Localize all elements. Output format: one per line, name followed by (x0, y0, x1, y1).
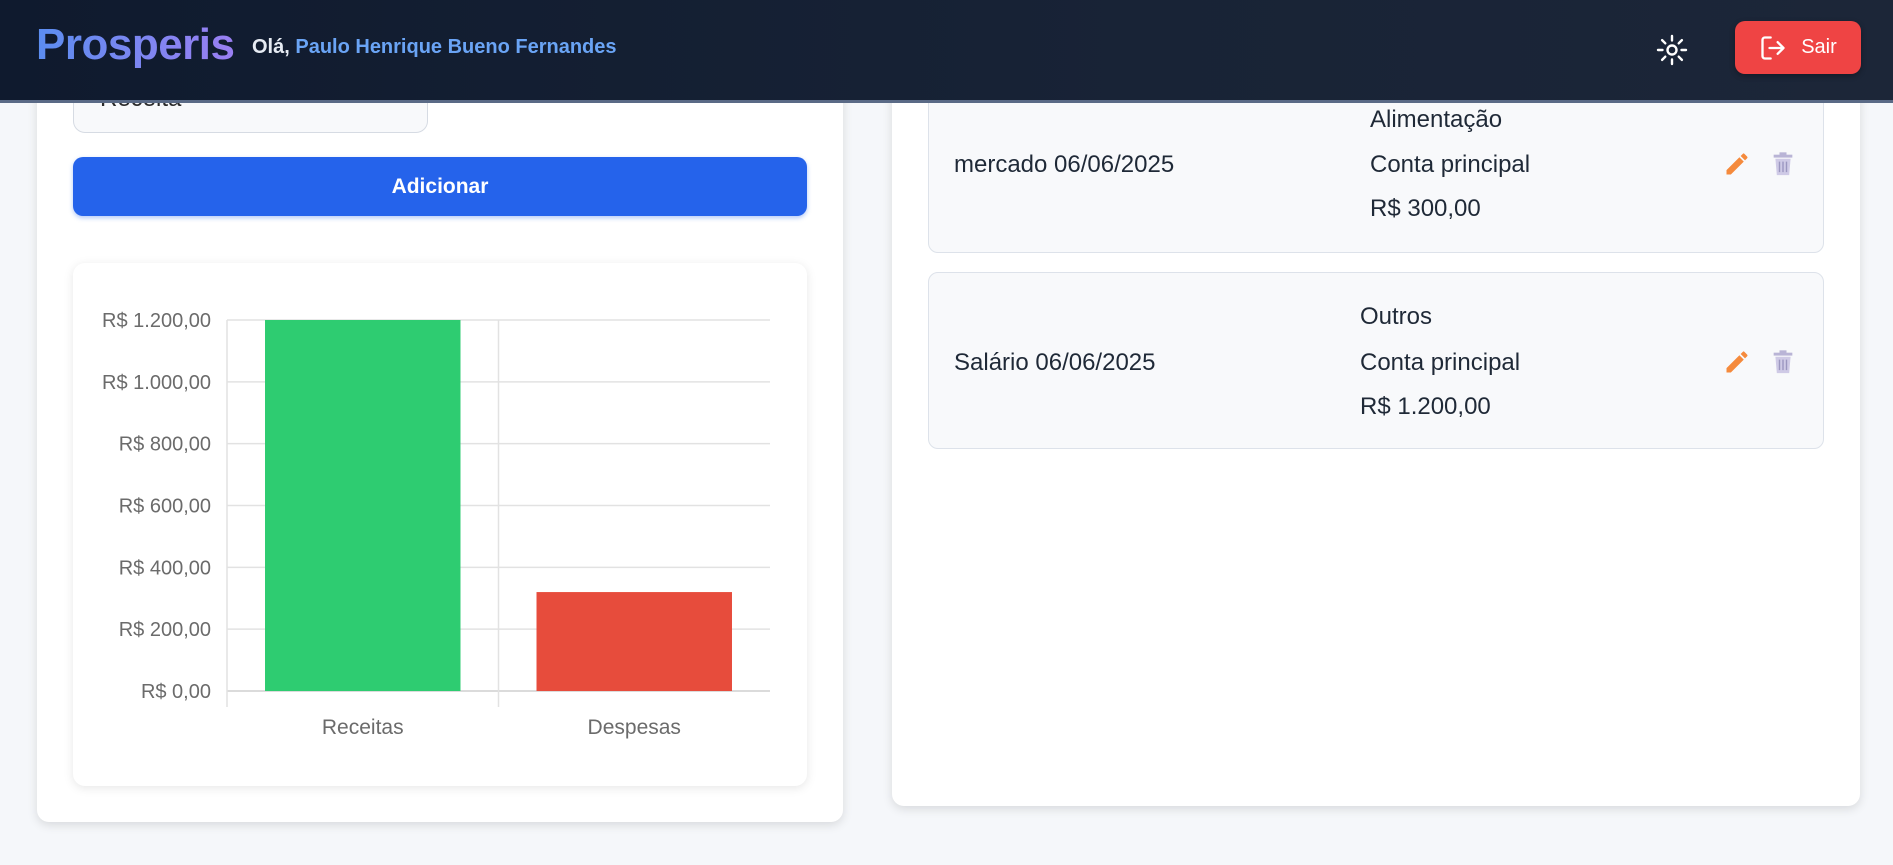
transaction-item[interactable]: Salário 06/06/2025 Outros Conta principa… (928, 272, 1824, 449)
trash-icon[interactable] (1769, 150, 1797, 178)
user-name: Paulo Henrique Bueno Fernandes (295, 36, 617, 58)
transaction-amount: R$ 1.200,00 (1360, 393, 1491, 420)
logout-button[interactable]: Sair (1735, 21, 1861, 74)
greeting-text: Olá, (252, 36, 290, 58)
brand-logo[interactable]: Prosperis (36, 20, 235, 70)
transaction-category: Outros (1360, 303, 1433, 330)
pencil-icon[interactable] (1723, 150, 1751, 178)
transactions-card: mercado 06/06/2025 Alimentação Conta pri… (892, 60, 1860, 806)
bar-despesas[interactable] (536, 592, 732, 691)
transaction-category: Alimentação (1370, 106, 1503, 133)
sun-icon[interactable] (1652, 30, 1692, 70)
y-tick-label: R$ 1.200,00 (102, 310, 211, 332)
x-tick-label: Receitas (322, 716, 404, 739)
y-tick-label: R$ 0,00 (141, 681, 211, 703)
add-button[interactable]: Adicionar (73, 157, 807, 216)
logout-label: Sair (1801, 36, 1837, 58)
bar-chart: R$ 0,00 R$ 200,00 R$ 400,00 R$ 600,00 R$ 800… (102, 310, 770, 739)
transaction-account: Conta principal (1370, 151, 1531, 178)
y-tick-label: R$ 600,00 (119, 496, 211, 518)
transaction-account: Conta principal (1360, 349, 1521, 376)
y-tick-label: R$ 800,00 (119, 434, 211, 456)
logout-icon (1761, 35, 1785, 60)
y-tick-label: R$ 1.000,00 (102, 372, 211, 394)
bar-receitas[interactable] (265, 320, 461, 691)
pencil-icon[interactable] (1723, 348, 1751, 376)
transaction-description: mercado 06/06/2025 (954, 151, 1175, 178)
top-navbar: Prosperis Olá, Paulo Henrique Bueno Fern… (0, 0, 1893, 103)
transaction-description: Salário 06/06/2025 (954, 349, 1156, 376)
y-tick-label: R$ 400,00 (119, 557, 211, 579)
y-tick-label: R$ 200,00 (119, 619, 211, 641)
trash-icon[interactable] (1769, 348, 1797, 376)
x-tick-label: Despesas (588, 716, 681, 739)
chart-card: R$ 0,00 R$ 200,00 R$ 400,00 R$ 600,00 R$ 800… (73, 263, 807, 786)
user-greeting: Olá, Paulo Henrique Bueno Fernandes (252, 36, 617, 59)
add-button-label: Adicionar (391, 174, 489, 198)
transaction-amount: R$ 300,00 (1370, 195, 1481, 222)
